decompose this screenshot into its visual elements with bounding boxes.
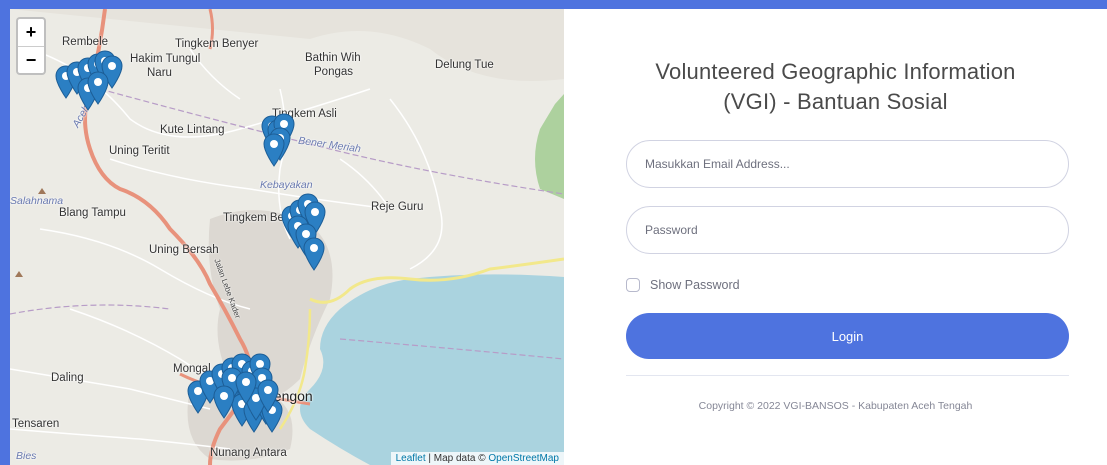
email-field[interactable] <box>626 140 1069 188</box>
map-pin-icon <box>87 71 109 105</box>
page-title-line2: (VGI) - Bantuan Sosial <box>723 89 948 114</box>
map-place-label: Blang Tampu <box>59 207 126 219</box>
map-marker[interactable] <box>235 371 257 405</box>
map-pin-icon <box>213 385 235 419</box>
login-panel: Volunteered Geographic Information (VGI)… <box>564 9 1107 465</box>
map-place-label: Tensaren <box>12 418 60 430</box>
map-place-label: Hakim Tungul <box>130 53 201 65</box>
map-place-label: Uning Bersah <box>149 244 219 256</box>
map-marker[interactable] <box>263 133 285 167</box>
map-place-label: Tingkem Benyer <box>175 38 259 50</box>
copyright-text: Copyright © 2022 VGI-BANSOS - Kabupaten … <box>698 400 973 412</box>
map-place-label: Bies <box>16 450 37 462</box>
map-zoom-control: + − <box>16 17 46 75</box>
map-pin-icon <box>235 371 257 405</box>
password-field[interactable] <box>626 206 1069 254</box>
map-place-label: Delung Tue <box>435 59 494 71</box>
map-place-label: Pongas <box>314 66 354 78</box>
map-marker[interactable] <box>213 385 235 419</box>
map-place-label: Bathin Wih <box>305 52 361 64</box>
map-marker[interactable] <box>87 71 109 105</box>
divider <box>626 375 1069 376</box>
map-place-label: Reje Guru <box>371 201 424 213</box>
map-place-label: Salahnama <box>10 195 64 207</box>
openstreetmap-link[interactable]: OpenStreetMap <box>488 453 559 464</box>
attribution-separator: | Map data © <box>425 453 489 464</box>
map-place-label: Kebayakan <box>260 179 313 191</box>
show-password-row: Show Password <box>626 275 740 295</box>
map-place-label: Uning Teritit <box>109 145 170 157</box>
map-place-label: Naru <box>147 67 172 79</box>
map-pin-icon <box>257 379 279 413</box>
map-pin-icon <box>303 237 325 271</box>
zoom-in-button[interactable]: + <box>18 19 44 47</box>
map-place-label: Kute Lintang <box>160 124 225 136</box>
map-marker[interactable] <box>257 379 279 413</box>
map-place-label: Daling <box>51 372 84 384</box>
show-password-label[interactable]: Show Password <box>650 278 740 292</box>
leaflet-link[interactable]: Leaflet <box>396 453 426 464</box>
map-marker[interactable] <box>303 237 325 271</box>
map-place-label: Rembele <box>62 36 109 48</box>
zoom-out-button[interactable]: − <box>18 47 44 73</box>
page-title-line1: Volunteered Geographic Information <box>655 59 1016 84</box>
map-attribution: Leaflet | Map data © OpenStreetMap <box>390 452 564 465</box>
login-button[interactable]: Login <box>626 313 1069 359</box>
map-pin-icon <box>263 133 285 167</box>
map-view[interactable]: Rembele Tingkem Benyer Hakim Tungul Naru… <box>10 9 564 465</box>
page-frame: Rembele Tingkem Benyer Hakim Tungul Naru… <box>10 9 1107 465</box>
show-password-checkbox[interactable] <box>626 278 640 292</box>
map-place-label: Nunang Antara <box>210 447 287 459</box>
